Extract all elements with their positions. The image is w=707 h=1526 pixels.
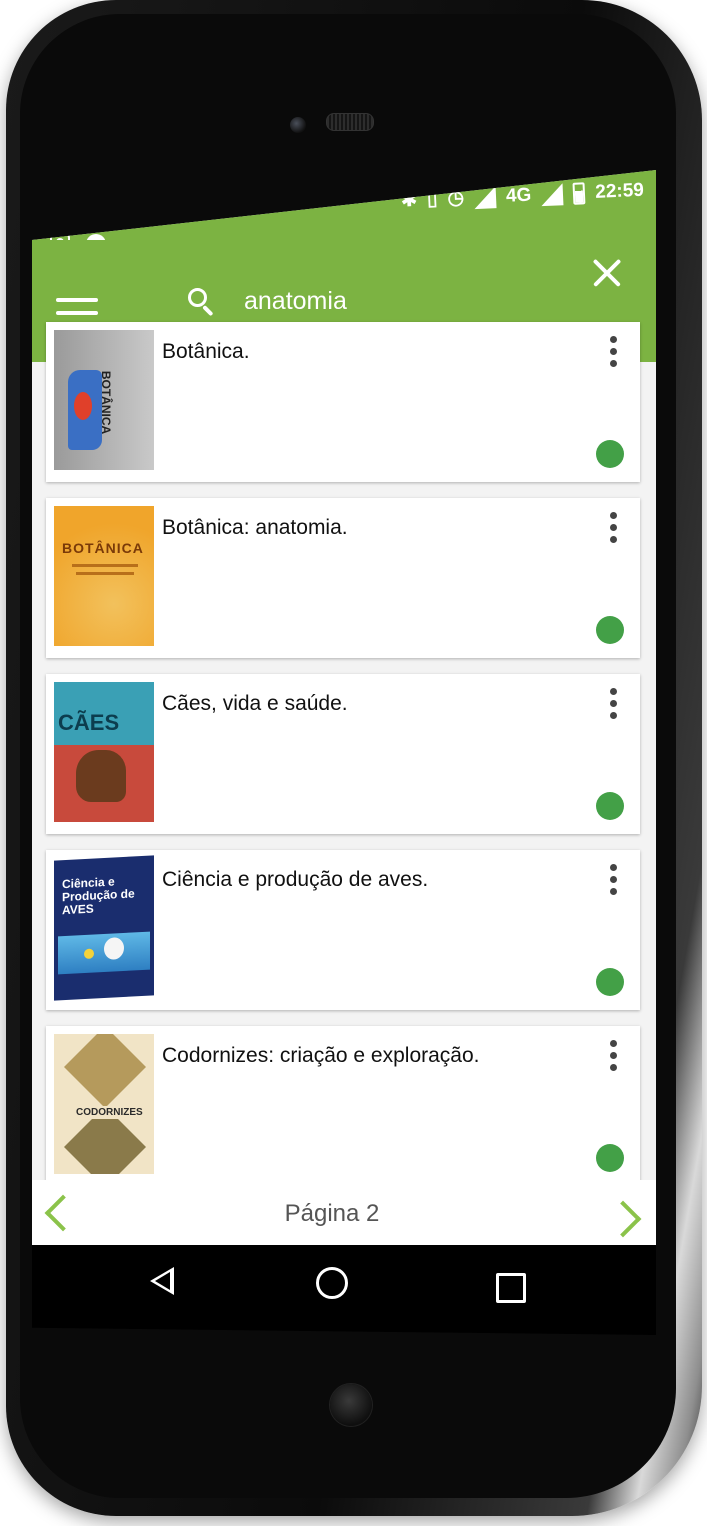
book-cover-text: Ciência e Produção de AVES [62,874,135,918]
pagination-bar: Página 2 [32,1180,656,1245]
earpiece-speaker [326,113,374,131]
book-card[interactable]: Ciência e Produção de AVES Ciência e pro… [46,850,640,1010]
home-icon[interactable] [316,1267,348,1299]
search-icon [188,288,216,316]
book-cover-text: BOTÂNICA [99,370,114,435]
book-card[interactable]: BOTÂNICA Botânica: anatomia. [46,498,640,658]
book-title: Botânica: anatomia. [162,516,348,539]
hardware-home-button[interactable] [330,1384,372,1426]
book-title: Cães, vida e saúde. [162,692,348,715]
more-options-icon[interactable] [610,336,618,372]
book-cover-text: BOTÂNICA [62,540,144,556]
front-camera [290,117,306,133]
availability-dot [596,616,624,644]
availability-dot [596,1144,624,1172]
android-navigation-bar [32,1245,656,1335]
more-options-icon[interactable] [610,688,618,724]
book-card[interactable]: CÃES Cães, vida e saúde. [46,674,640,834]
clear-search-icon[interactable] [592,258,622,288]
availability-dot [596,968,624,996]
availability-dot [596,792,624,820]
more-options-icon[interactable] [610,864,618,900]
page-indicator: Página 2 [284,1200,380,1227]
book-cover-image: CÃES [54,682,154,822]
book-title: Ciência e produção de aves. [162,868,429,891]
app-screen: ✱ ▯ ◷ 4G 22:59 BOTÂNICA Botânica. [32,170,656,1245]
clock: 22:59 [594,179,645,203]
book-title: Botânica. [162,340,250,363]
book-cover-text: CODORNIZES [76,1106,143,1119]
network-type: 4G [505,184,532,207]
book-card[interactable]: BOTÂNICA Botânica. [46,322,640,482]
recent-apps-icon[interactable] [496,1273,526,1303]
book-cover-text: CÃES [58,710,120,735]
cell-signal-icon [540,182,564,206]
book-title: Codornizes: criação e exploração. [162,1044,480,1067]
book-cover-image: BOTÂNICA [54,506,154,646]
battery-icon [572,181,586,205]
back-icon[interactable] [150,1267,174,1295]
search-input[interactable] [242,280,576,322]
availability-dot [596,440,624,468]
more-options-icon[interactable] [610,1040,618,1076]
book-cover-image: Ciência e Produção de AVES [54,855,154,1001]
book-card[interactable]: CODORNIZES Codornizes: criação e explora… [46,1026,640,1186]
book-cover-image: BOTÂNICA [54,330,154,470]
book-cover-image: CODORNIZES [54,1034,154,1174]
more-options-icon[interactable] [610,512,618,548]
